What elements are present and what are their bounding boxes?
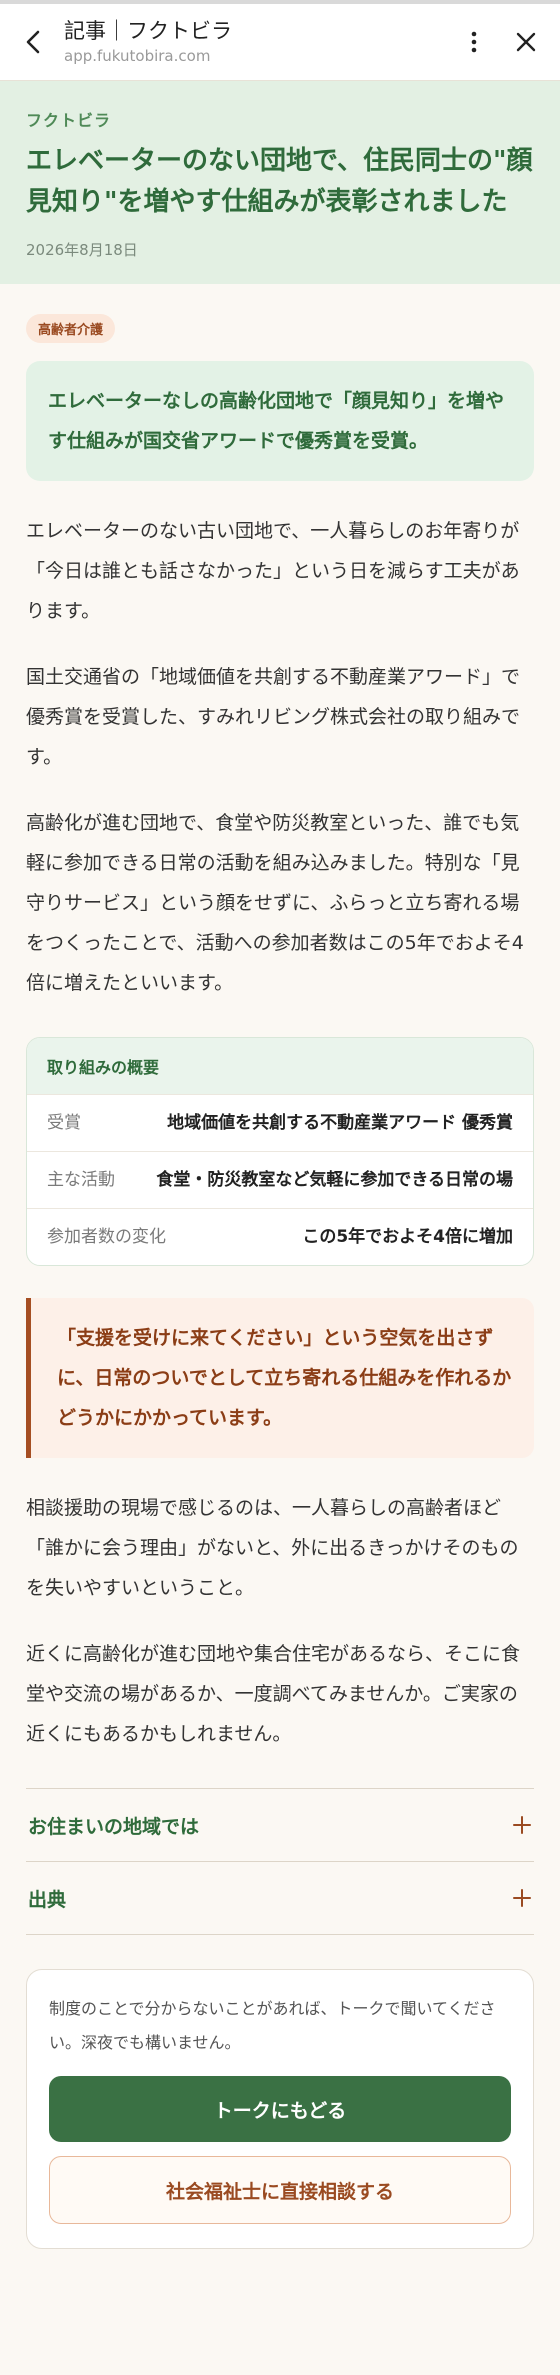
summary-row-label: 参加者数の変化 xyxy=(47,1226,166,1247)
paragraph: 国土交通省の「地域価値を共創する不動産業アワード」で優秀賞を受賞した、すみれリビ… xyxy=(26,666,521,768)
summary-row: 主な活動 食堂・防災教室など気軽に参加できる日常の場 xyxy=(27,1151,533,1208)
publish-date: 2026年8月18日 xyxy=(26,241,138,259)
app-bar-title: 記事｜フクトビラ xyxy=(64,19,232,44)
close-button[interactable] xyxy=(500,4,552,80)
more-button[interactable] xyxy=(448,4,500,80)
summary-row: 参加者数の変化 この5年でおよそ4倍に増加 xyxy=(27,1208,533,1265)
app-bar-url: app.fukutobira.com xyxy=(64,47,211,66)
paragraph: 近くに高齢化が進む団地や集合住宅があるなら、そこに食堂や交流の場があるか、一度調… xyxy=(26,1643,521,1745)
summary-row-label: 受賞 xyxy=(47,1112,81,1133)
back-button[interactable] xyxy=(10,4,58,80)
back-to-talk-button[interactable]: トークにもどる xyxy=(49,2076,511,2142)
consult-note: 制度のことで分からないことがあれば、トークで聞いてください。深夜でも構いません。 xyxy=(49,1999,496,2052)
brand-label: フクトビラ xyxy=(26,111,112,130)
plus-icon xyxy=(513,1816,531,1834)
summary-card-title: 取り組みの概要 xyxy=(27,1038,533,1094)
paragraph: 高齢化が進む団地で、食堂や防災教室といった、誰でも気軽に参加できる日常の活動を組… xyxy=(26,812,524,994)
accordion-list: お住まいの地域では 出典 xyxy=(26,1788,534,1935)
lead-summary: エレベーターなしの高齢化団地で「顔見知り」を増やす仕組みが国交省アワードで優秀賞… xyxy=(26,361,534,481)
pull-quote: 「支援を受けに来てください」という空気を出さずに、日常のついでとして立ち寄れる仕… xyxy=(26,1298,534,1458)
summary-row-value: 地域価値を共創する不動産業アワード 優秀賞 xyxy=(167,1112,513,1133)
summary-row-value: この5年でおよそ4倍に増加 xyxy=(302,1226,513,1247)
consult-social-worker-button[interactable]: 社会福祉士に直接相談する xyxy=(49,2156,511,2224)
summary-row: 受賞 地域価値を共創する不動産業アワード 優秀賞 xyxy=(27,1094,533,1151)
accordion-label: 出典 xyxy=(28,1888,67,1911)
chevron-left-icon xyxy=(26,30,40,54)
paragraph: 相談援助の現場で感じるのは、一人暮らしの高齢者ほど「誰かに会う理由」がないと、外… xyxy=(26,1497,519,1599)
consult-panel: 制度のことで分からないことがあれば、トークで聞いてください。深夜でも構いません。… xyxy=(26,1969,534,2249)
article-body: 高齢者介護 エレベーターなしの高齢化団地で「顔見知り」を増やす仕組みが国交省アワ… xyxy=(0,284,560,2249)
article-hero: フクトビラ エレベーターのない団地で、住民同士の"顔見知り"を増やす仕組みが表彰… xyxy=(0,81,560,284)
app-bar-titles: 記事｜フクトビラ app.fukutobira.com xyxy=(64,19,448,65)
close-icon xyxy=(516,32,536,52)
category-tag[interactable]: 高齢者介護 xyxy=(26,314,116,343)
summary-card: 取り組みの概要 受賞 地域価値を共創する不動産業アワード 優秀賞 主な活動 食堂… xyxy=(26,1037,534,1266)
article-headline: エレベーターのない団地で、住民同士の"顔見知り"を増やす仕組みが表彰されました xyxy=(26,146,533,217)
summary-row-label: 主な活動 xyxy=(47,1169,115,1190)
accordion-label: お住まいの地域では xyxy=(28,1815,200,1838)
paragraph: エレベーターのない古い団地で、一人暮らしのお年寄りが「今日は誰とも話さなかった」… xyxy=(26,520,520,622)
accordion-local-area[interactable]: お住まいの地域では xyxy=(26,1788,534,1861)
plus-icon xyxy=(513,1889,531,1907)
summary-row-value: 食堂・防災教室など気軽に参加できる日常の場 xyxy=(156,1169,513,1190)
app-bar: 記事｜フクトビラ app.fukutobira.com xyxy=(0,4,560,81)
accordion-sources[interactable]: 出典 xyxy=(26,1861,534,1935)
more-vertical-icon xyxy=(471,31,477,53)
